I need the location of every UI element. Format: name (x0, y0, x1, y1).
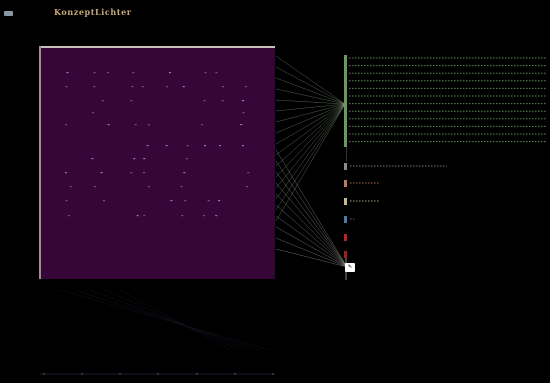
link-line (275, 103, 346, 222)
category-marker (344, 198, 347, 205)
link-line (275, 204, 348, 268)
bottom-tick (196, 373, 198, 375)
link-line (275, 160, 348, 268)
matrix-panel[interactable] (39, 46, 275, 279)
link-line (275, 66, 346, 105)
link-line (275, 77, 346, 105)
faint-link (89, 289, 251, 351)
link-line (275, 55, 346, 105)
link-line (275, 182, 348, 268)
link-line (275, 103, 346, 145)
category-marker (344, 163, 347, 170)
bottom-tick (272, 373, 274, 375)
pencil-icon[interactable]: ✎ (345, 263, 355, 272)
link-line (275, 88, 346, 105)
menu-icon[interactable] (4, 11, 13, 16)
link-line (275, 215, 348, 268)
selected-concept-bar[interactable] (344, 55, 347, 147)
link-line (275, 99, 346, 105)
faint-link (104, 289, 241, 351)
bottom-tick (43, 373, 45, 375)
bottom-tick (81, 373, 83, 375)
link-line (275, 248, 348, 268)
link-line (275, 193, 348, 268)
app-title: KonzeptLichter (54, 7, 132, 17)
category-marker (344, 234, 347, 241)
link-line (275, 103, 346, 123)
category-separator (346, 147, 347, 161)
link-line (275, 103, 346, 112)
link-line (275, 103, 346, 167)
link-line (275, 171, 348, 268)
panel-top-edge (39, 46, 275, 48)
app-window: KonzeptLichter ✎ (0, 0, 550, 383)
faint-link (119, 289, 231, 351)
category-marker (344, 216, 347, 223)
faint-link (59, 289, 271, 351)
bottom-tick (157, 373, 159, 375)
link-line (275, 103, 346, 211)
panel-left-edge (39, 46, 41, 279)
bottom-tick (119, 373, 121, 375)
link-line (275, 103, 346, 178)
category-marker (344, 251, 347, 258)
link-line (275, 103, 346, 156)
category-marker (344, 180, 347, 187)
link-line (275, 103, 346, 200)
link-line (275, 103, 346, 134)
link-line (275, 103, 346, 189)
link-line (275, 237, 348, 268)
link-line (275, 226, 348, 268)
faint-link (74, 289, 261, 351)
bottom-tick (234, 373, 236, 375)
link-line (275, 149, 348, 268)
